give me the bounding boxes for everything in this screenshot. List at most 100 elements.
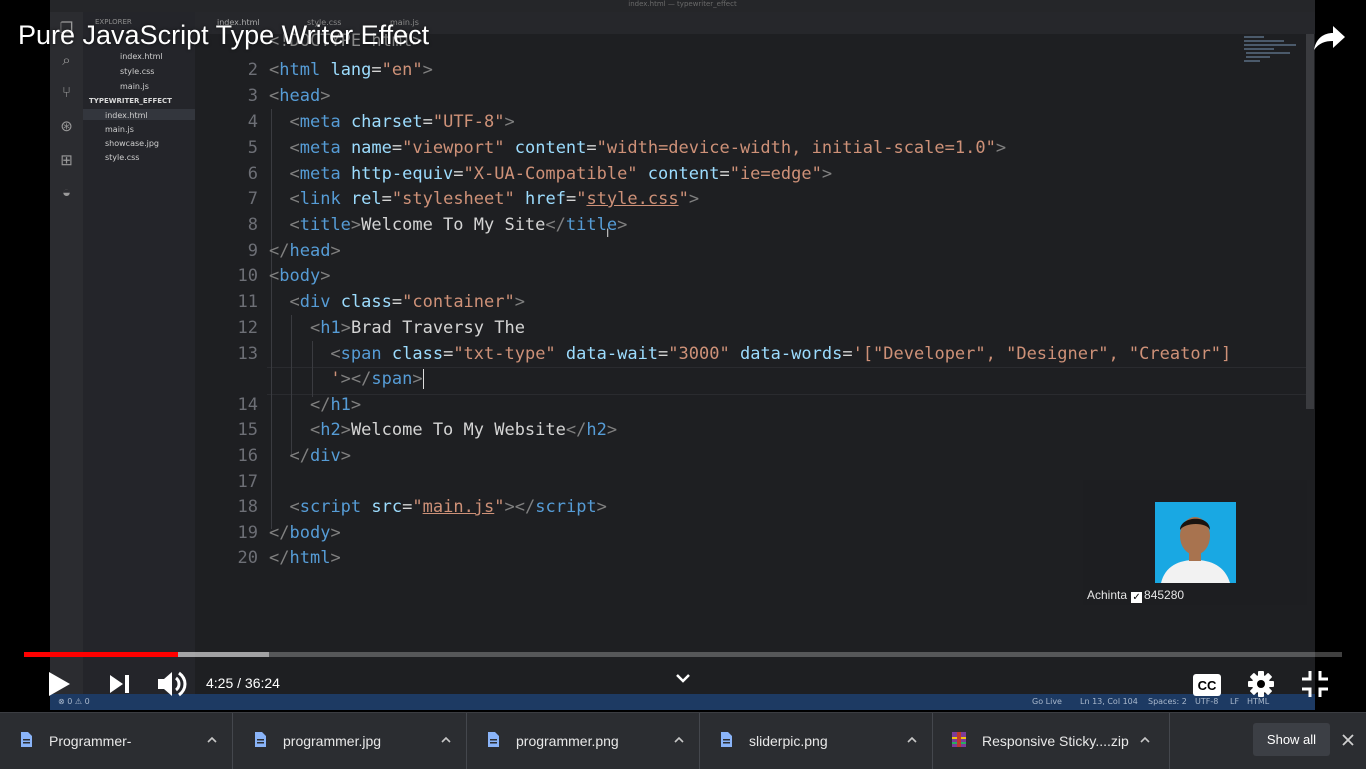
line-number: 13 [237, 344, 258, 364]
settings-gear-icon[interactable] [1247, 670, 1275, 698]
editor-scrollbar[interactable] [1306, 34, 1314, 409]
code-line: <h2>Welcome To My Website</h2> [309, 420, 618, 440]
status-problems: ⊗ 0 ⚠ 0 [58, 697, 90, 706]
status-item: HTML [1247, 697, 1270, 706]
folder-name: TYPEWRITER_EFFECT [89, 97, 172, 105]
open-editor-item: style.css [120, 67, 155, 76]
code-line: <script src="main.js"></script> [289, 497, 607, 517]
line-number: 12 [237, 318, 258, 338]
open-editor-item: index.html [120, 52, 163, 61]
play-icon[interactable] [46, 670, 72, 698]
chevron-down-icon[interactable] [675, 672, 691, 684]
line-number: 10 [237, 266, 258, 286]
line-number: 19 [237, 523, 258, 543]
file-item: showcase.jpg [105, 139, 159, 148]
code-line: <title>Welcome To My Site</title> [289, 215, 628, 235]
download-item[interactable]: Responsive Sticky....zip [933, 713, 1170, 769]
exit-fullscreen-icon[interactable] [1301, 670, 1329, 698]
webcam-count: 845280 [1144, 588, 1185, 602]
line-number: 6 [247, 164, 258, 184]
download-shelf: Programmer- programmer.jpg programmer.pn… [0, 712, 1366, 769]
line-number: 3 [247, 86, 258, 106]
show-all-button[interactable]: Show all [1253, 723, 1330, 756]
line-number: 9 [247, 241, 258, 261]
line-number: 20 [237, 548, 258, 568]
line-number: 18 [237, 497, 258, 517]
download-item[interactable]: Programmer- [0, 713, 233, 769]
docker-icon: ◒ [61, 184, 72, 201]
download-filename: programmer.png [516, 733, 619, 749]
progress-played [24, 652, 178, 657]
line-number: 4 [247, 112, 258, 132]
progress-bar[interactable] [24, 652, 1342, 657]
close-icon[interactable] [1340, 732, 1356, 748]
svg-text:CC: CC [1198, 678, 1217, 693]
chevron-up-icon[interactable] [672, 733, 686, 747]
status-item: Ln 13, Col 104 [1080, 697, 1138, 706]
code-line: <h1>Brad Traversy The [309, 318, 525, 338]
code-line: <link rel="stylesheet" href="style.css"> [289, 189, 700, 209]
download-item[interactable]: programmer.png [467, 713, 700, 769]
line-number: 17 [237, 472, 258, 492]
download-item[interactable]: programmer.jpg [234, 713, 467, 769]
line-number: 14 [237, 395, 258, 415]
checkmark-icon: ✓ [1131, 592, 1143, 603]
line-number: 5 [247, 138, 258, 158]
captions-icon[interactable]: CC [1192, 673, 1222, 697]
line-number: 11 [237, 292, 258, 312]
code-line: </div> [289, 446, 351, 466]
status-item: UTF-8 [1195, 697, 1219, 706]
status-item: Spaces: 2 [1148, 697, 1187, 706]
line-number: 2 [247, 60, 258, 80]
code-line: </body> [269, 523, 341, 543]
file-item: main.js [105, 125, 134, 134]
chevron-up-icon[interactable] [905, 733, 919, 747]
file-icon [488, 732, 499, 747]
line-number: 7 [247, 189, 258, 209]
time-display: 4:25 / 36:24 [206, 675, 280, 691]
code-line: <body> [269, 266, 331, 286]
volume-icon[interactable] [156, 669, 190, 699]
source-control-icon: ⑂ [61, 84, 71, 101]
file-icon [721, 732, 732, 747]
activity-bar: ❐ ⌕ ⑂ ⊛ ⊞ ◒ [50, 12, 83, 698]
code-line: <div class="container"> [289, 292, 525, 312]
chevron-up-icon[interactable] [439, 733, 453, 747]
text-cursor-icon: I [606, 226, 610, 240]
file-icon [21, 732, 32, 747]
file-item: index.html [105, 111, 148, 120]
archive-icon [952, 732, 966, 747]
code-line: <meta charset="UTF-8"> [289, 112, 515, 132]
explorer-sidebar: EXPLORER index.html style.css main.js TY… [83, 12, 195, 698]
webcam-overlay: Achinta ✓ 845280 [1083, 480, 1307, 605]
download-filename: Responsive Sticky....zip [982, 733, 1129, 749]
line-number: 8 [247, 215, 258, 235]
next-icon[interactable] [108, 673, 132, 695]
code-line: <meta name="viewport" content="width=dev… [289, 138, 1007, 158]
download-filename: Programmer- [49, 733, 132, 749]
time-separator: / [233, 675, 245, 691]
download-filename: sliderpic.png [749, 733, 828, 749]
webcam-name: Achinta [1087, 588, 1128, 602]
status-item: Go Live [1032, 697, 1062, 706]
download-item[interactable]: sliderpic.png [700, 713, 933, 769]
file-item: style.css [105, 153, 140, 162]
code-line: '></span> [330, 369, 424, 389]
code-line: <span class="txt-type" data-wait="3000" … [330, 344, 1232, 364]
code-line: <head> [269, 86, 331, 106]
share-icon[interactable] [1312, 22, 1346, 54]
person-image [1155, 502, 1236, 583]
code-line: <meta http-equiv="X-UA-Compatible" conte… [289, 164, 833, 184]
chevron-up-icon[interactable] [205, 733, 219, 747]
chevron-up-icon[interactable] [1138, 733, 1152, 747]
file-icon [255, 732, 266, 747]
video-title[interactable]: Pure JavaScript Type Writer Effect [18, 20, 429, 51]
minimap [1242, 34, 1305, 74]
editor-window-title: index.html — typewriter_effect [628, 0, 737, 8]
status-item: LF [1230, 697, 1240, 706]
code-line: </head> [269, 241, 341, 261]
time-current: 4:25 [206, 675, 234, 691]
webcam-photo [1155, 502, 1236, 583]
search-icon: ⌕ [62, 52, 71, 69]
download-filename: programmer.jpg [283, 733, 382, 749]
